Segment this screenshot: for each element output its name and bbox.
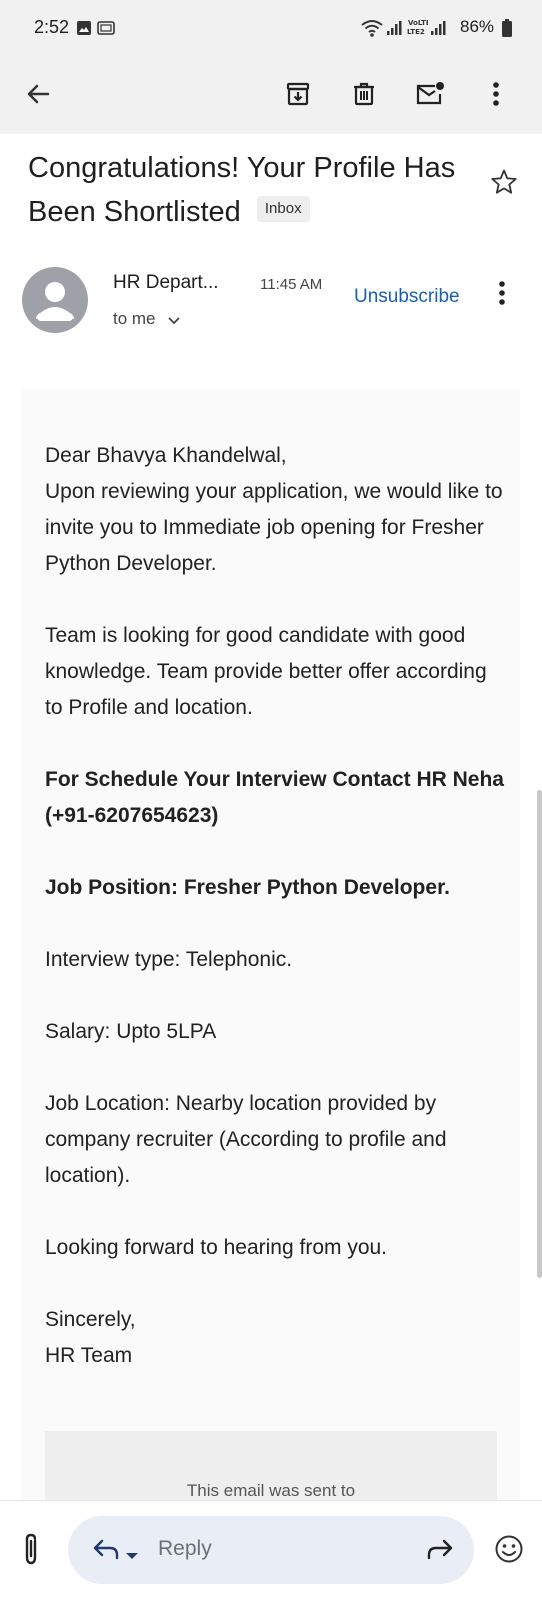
inbox-label-chip[interactable]: Inbox	[256, 196, 310, 223]
body-salary: Salary: Upto 5LPA	[45, 1020, 217, 1043]
attach-button[interactable]	[18, 1532, 44, 1571]
mark-unread-button[interactable]	[406, 70, 454, 118]
archive-button[interactable]	[274, 70, 322, 118]
recipient-label: to me	[113, 309, 156, 328]
smiley-icon	[495, 1535, 523, 1563]
body-greeting: Dear Bhavya Khandelwal,	[45, 444, 287, 467]
body-location: Job Location: Nearby location provided b…	[45, 1092, 447, 1187]
reply-icon[interactable]	[92, 1537, 120, 1566]
gallery-notification-icon	[76, 20, 92, 41]
app-toolbar	[0, 56, 542, 134]
forward-icon[interactable]	[426, 1537, 454, 1566]
received-time: 11:45 AM	[260, 276, 323, 293]
back-arrow-icon	[27, 84, 50, 104]
mark-unread-icon	[416, 82, 444, 105]
battery-icon	[502, 19, 512, 42]
screenshot-notification-icon	[97, 20, 115, 41]
subject-text: Congratulations! Your Profile Has Been S…	[28, 152, 456, 228]
body-closing: Looking forward to hearing from you.	[45, 1236, 388, 1259]
body-schedule: For Schedule Your Interview Contact HR N…	[45, 768, 504, 827]
paperclip-icon	[25, 1533, 37, 1565]
body-signoff: Sincerely,	[45, 1308, 136, 1331]
chevron-down-icon	[168, 310, 180, 330]
star-icon	[491, 169, 517, 194]
wifi-icon	[360, 18, 384, 43]
more-options-button[interactable]	[472, 70, 520, 118]
email-footer-box: This email was sent to	[45, 1431, 497, 1501]
reply-options-caret-icon[interactable]	[125, 1547, 139, 1565]
sender-avatar[interactable]	[22, 267, 88, 333]
body-position: Job Position: Fresher Python Developer.	[45, 876, 450, 899]
scrollbar[interactable]	[537, 790, 542, 1278]
email-subject: Congratulations! Your Profile Has Been S…	[28, 146, 468, 234]
back-button[interactable]	[14, 70, 62, 118]
star-button[interactable]	[490, 168, 518, 201]
reply-label[interactable]: Reply	[158, 1537, 212, 1561]
signal-strength-icon	[386, 20, 402, 41]
email-body: Dear Bhavya Khandelwal, Upon reviewing y…	[45, 438, 505, 1374]
email-footer-text: This email was sent to	[186, 1481, 356, 1500]
volte-icon: VoLTELTE2	[406, 17, 431, 42]
unsubscribe-link[interactable]: Unsubscribe	[354, 286, 460, 308]
delete-icon	[354, 82, 374, 106]
message-more-button[interactable]	[498, 280, 506, 311]
battery-percent: 86%	[460, 17, 495, 36]
status-time: 2:52	[34, 17, 70, 37]
person-icon	[36, 282, 74, 321]
more-vert-icon	[493, 82, 499, 106]
emoji-reaction-button[interactable]	[494, 1534, 524, 1569]
body-team: Team is looking for good candidate with …	[45, 624, 487, 719]
body-signature: HR Team	[45, 1344, 133, 1367]
archive-icon	[286, 82, 310, 106]
body-interview-type: Interview type: Telephonic.	[45, 948, 293, 971]
recipient-toggle[interactable]: to me	[113, 309, 180, 330]
sender-name[interactable]: HR Depart...	[113, 272, 219, 294]
more-vert-icon	[499, 281, 505, 305]
svg-text:VoLTE: VoLTE	[408, 19, 428, 27]
delete-button[interactable]	[340, 70, 388, 118]
signal-strength-2-icon	[430, 20, 446, 41]
body-intro: Upon reviewing your application, we woul…	[45, 480, 503, 575]
status-bar: 2:52 VoLTELTE2 86%	[0, 0, 542, 56]
svg-text:LTE2: LTE2	[407, 28, 425, 36]
